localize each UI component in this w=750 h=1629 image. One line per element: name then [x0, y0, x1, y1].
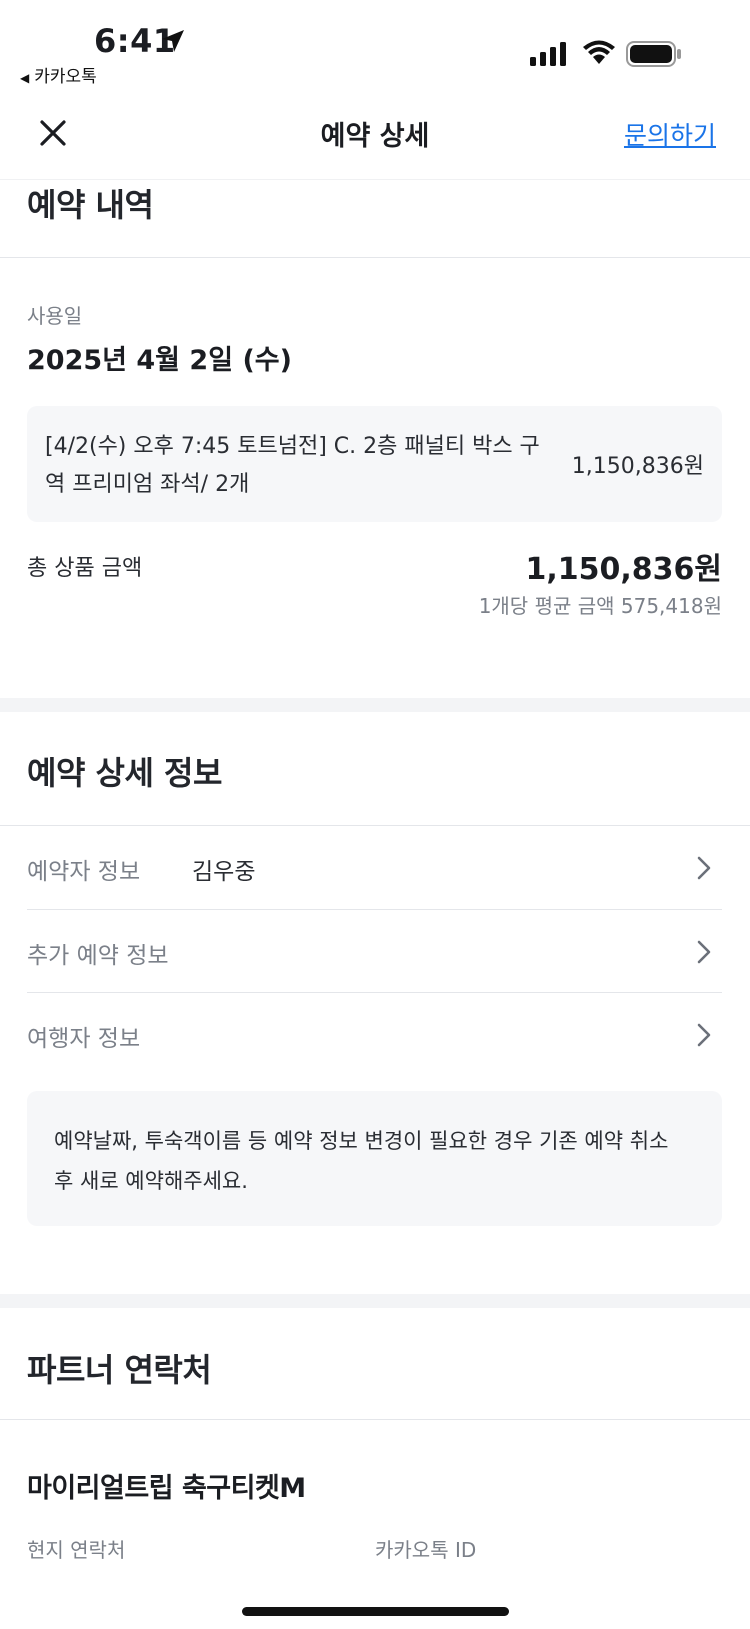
back-app-label: 카카오톡	[34, 67, 97, 87]
location-arrow-icon	[162, 30, 184, 52]
total-amount-value: 1,150,836원	[525, 552, 722, 587]
back-to-app-link[interactable]: ◀ 카카오톡	[20, 62, 97, 87]
wifi-icon	[583, 40, 615, 64]
back-triangle-icon: ◀	[20, 71, 30, 85]
booker-info-row[interactable]: 예약자 정보 김우중	[27, 826, 722, 909]
additional-info-row[interactable]: 추가 예약 정보	[27, 910, 722, 993]
cellular-signal-icon	[530, 42, 566, 66]
home-indicator	[242, 1607, 509, 1616]
inquiry-link[interactable]: 문의하기	[624, 116, 716, 152]
total-amount-label: 총 상품 금액	[27, 556, 143, 581]
notice-box: 예약날짜, 투숙객이름 등 예약 정보 변경이 필요한 경우 기존 예약 취소 …	[27, 1091, 722, 1226]
section-divider	[0, 1419, 750, 1420]
section-gap	[0, 1294, 750, 1308]
reservation-history-title: 예약 내역	[27, 186, 154, 224]
chevron-right-icon	[697, 1023, 711, 1047]
battery-icon	[626, 41, 681, 67]
use-date-label: 사용일	[27, 304, 83, 328]
use-date: 2025년 4월 2일 (수)	[27, 345, 292, 376]
notice-text: 예약날짜, 투숙객이름 등 예약 정보 변경이 필요한 경우 기존 예약 취소 …	[54, 1129, 669, 1193]
traveler-info-label: 여행자 정보	[27, 1026, 141, 1052]
booker-info-label: 예약자 정보	[27, 859, 141, 885]
product-name: [4/2(수) 오후 7:45 토트넘전] C. 2층 패널티 박스 구역 프리…	[45, 434, 540, 497]
product-price: 1,150,836원	[571, 454, 704, 479]
booker-name: 김우중	[192, 859, 256, 885]
product-card: [4/2(수) 오후 7:45 토트넘전] C. 2층 패널티 박스 구역 프리…	[27, 406, 722, 522]
partner-contact-title: 파트너 연락처	[27, 1351, 212, 1389]
kakao-id-label: 카카오톡 ID	[375, 1538, 477, 1562]
section-divider	[0, 257, 750, 258]
section-gap	[0, 698, 750, 712]
additional-info-label: 추가 예약 정보	[27, 943, 169, 969]
chevron-right-icon	[697, 856, 711, 880]
status-bar: 6:41 ◀ 카카오톡	[0, 0, 750, 92]
partner-name: 마이리얼트립 축구티켓M	[27, 1473, 306, 1504]
average-price: 1개당 평균 금액 575,418원	[478, 594, 722, 618]
local-contact-label: 현지 연락처	[27, 1538, 126, 1562]
traveler-info-row[interactable]: 여행자 정보	[27, 993, 722, 1076]
reservation-detail-title: 예약 상세 정보	[27, 754, 222, 792]
nav-header: 예약 상세 문의하기	[0, 92, 750, 180]
chevron-right-icon	[697, 940, 711, 964]
